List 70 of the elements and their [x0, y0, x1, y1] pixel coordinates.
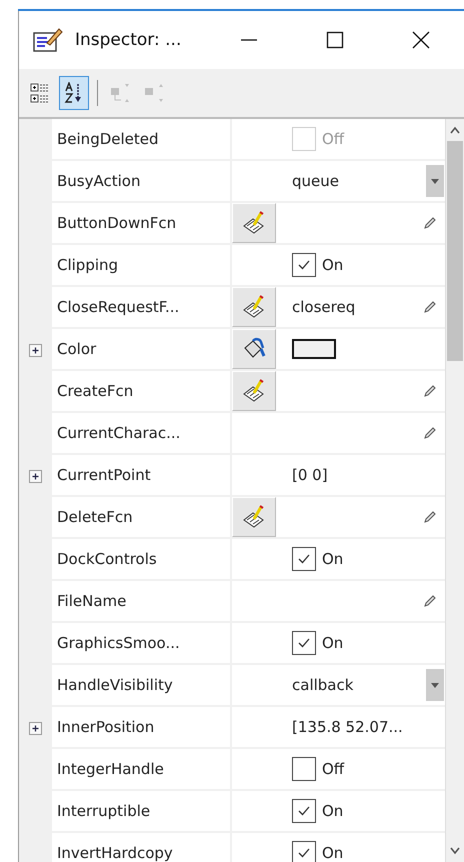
- collapse-icon: [110, 82, 132, 104]
- property-name: ButtonDownFcn: [57, 214, 176, 232]
- property-name: InvertHardcopy: [57, 844, 173, 862]
- checkbox[interactable]: [292, 253, 316, 277]
- close-icon: [412, 31, 430, 49]
- minimize-icon: [240, 39, 258, 41]
- dropdown-arrow-button[interactable]: [426, 669, 444, 701]
- sort-alphabetically-button[interactable]: [59, 76, 89, 110]
- property-value: On: [322, 256, 344, 274]
- property-name: DockControls: [57, 550, 157, 568]
- plus-icon: [30, 470, 41, 482]
- property-value: callback: [292, 676, 354, 694]
- maximize-icon: [326, 31, 344, 49]
- property-name: CurrentCharac...: [57, 424, 180, 442]
- scroll-down-icon[interactable]: [449, 846, 461, 856]
- pencil-icon[interactable]: [423, 216, 437, 230]
- checkbox[interactable]: [292, 841, 316, 862]
- property-value: On: [322, 802, 344, 820]
- expand-toggle[interactable]: [29, 722, 42, 734]
- property-name: FileName: [57, 592, 126, 610]
- property-name: DeleteFcn: [57, 508, 133, 526]
- property-value: [0 0]: [292, 466, 328, 484]
- callback-editor-button[interactable]: [232, 287, 276, 327]
- callback-editor-button[interactable]: [232, 371, 276, 411]
- property-value: Off: [322, 130, 344, 148]
- callback-editor-button[interactable]: [232, 497, 276, 537]
- caret-icon: [431, 682, 439, 688]
- callback-editor-button[interactable]: [232, 203, 276, 243]
- property-name: HandleVisibility: [57, 676, 173, 694]
- property-value: [135.8 52.07...: [292, 718, 403, 736]
- dropdown-arrow-button[interactable]: [426, 165, 444, 197]
- inspector-icon: [33, 27, 63, 53]
- caret-icon: [431, 178, 439, 184]
- property-name: BusyAction: [57, 172, 140, 190]
- expand-icon: [144, 82, 166, 104]
- expand-toggle[interactable]: [29, 470, 42, 482]
- property-value: Off: [322, 760, 344, 778]
- pencil-icon[interactable]: [423, 594, 437, 608]
- property-name: Clipping: [57, 256, 118, 274]
- checkbox[interactable]: [292, 799, 316, 823]
- tree-list-icon: [30, 82, 50, 104]
- property-value: closereq: [292, 298, 356, 316]
- pencil-icon[interactable]: [423, 510, 437, 524]
- checkbox[interactable]: [292, 757, 316, 781]
- property-value: On: [322, 844, 344, 862]
- property-name: CreateFcn: [57, 382, 134, 400]
- property-name: GraphicsSmoo...: [57, 634, 180, 652]
- color-picker-button[interactable]: [232, 329, 276, 369]
- property-name: BeingDeleted: [57, 130, 159, 148]
- property-name: CloseRequestF...: [57, 298, 180, 316]
- pencil-icon[interactable]: [423, 384, 437, 398]
- scrollbar-thumb[interactable]: [447, 141, 463, 361]
- property-value: queue: [292, 172, 339, 190]
- sort-az-icon: [64, 82, 84, 104]
- property-value: On: [322, 634, 344, 652]
- plus-icon: [30, 722, 41, 734]
- property-name: InnerPosition: [57, 718, 154, 736]
- pencil-icon[interactable]: [423, 300, 437, 314]
- checkbox[interactable]: [292, 547, 316, 571]
- property-value: On: [322, 550, 344, 568]
- scroll-up-icon[interactable]: [449, 125, 461, 135]
- property-name: CurrentPoint: [57, 466, 151, 484]
- property-name: Interruptible: [57, 802, 150, 820]
- checkbox[interactable]: [292, 631, 316, 655]
- property-name: Color: [57, 340, 96, 358]
- expand-toggle[interactable]: [29, 344, 42, 356]
- plus-icon: [30, 344, 41, 356]
- property-name: IntegerHandle: [57, 760, 164, 778]
- window-title: Inspector: ...: [75, 30, 182, 50]
- pencil-icon[interactable]: [423, 426, 437, 440]
